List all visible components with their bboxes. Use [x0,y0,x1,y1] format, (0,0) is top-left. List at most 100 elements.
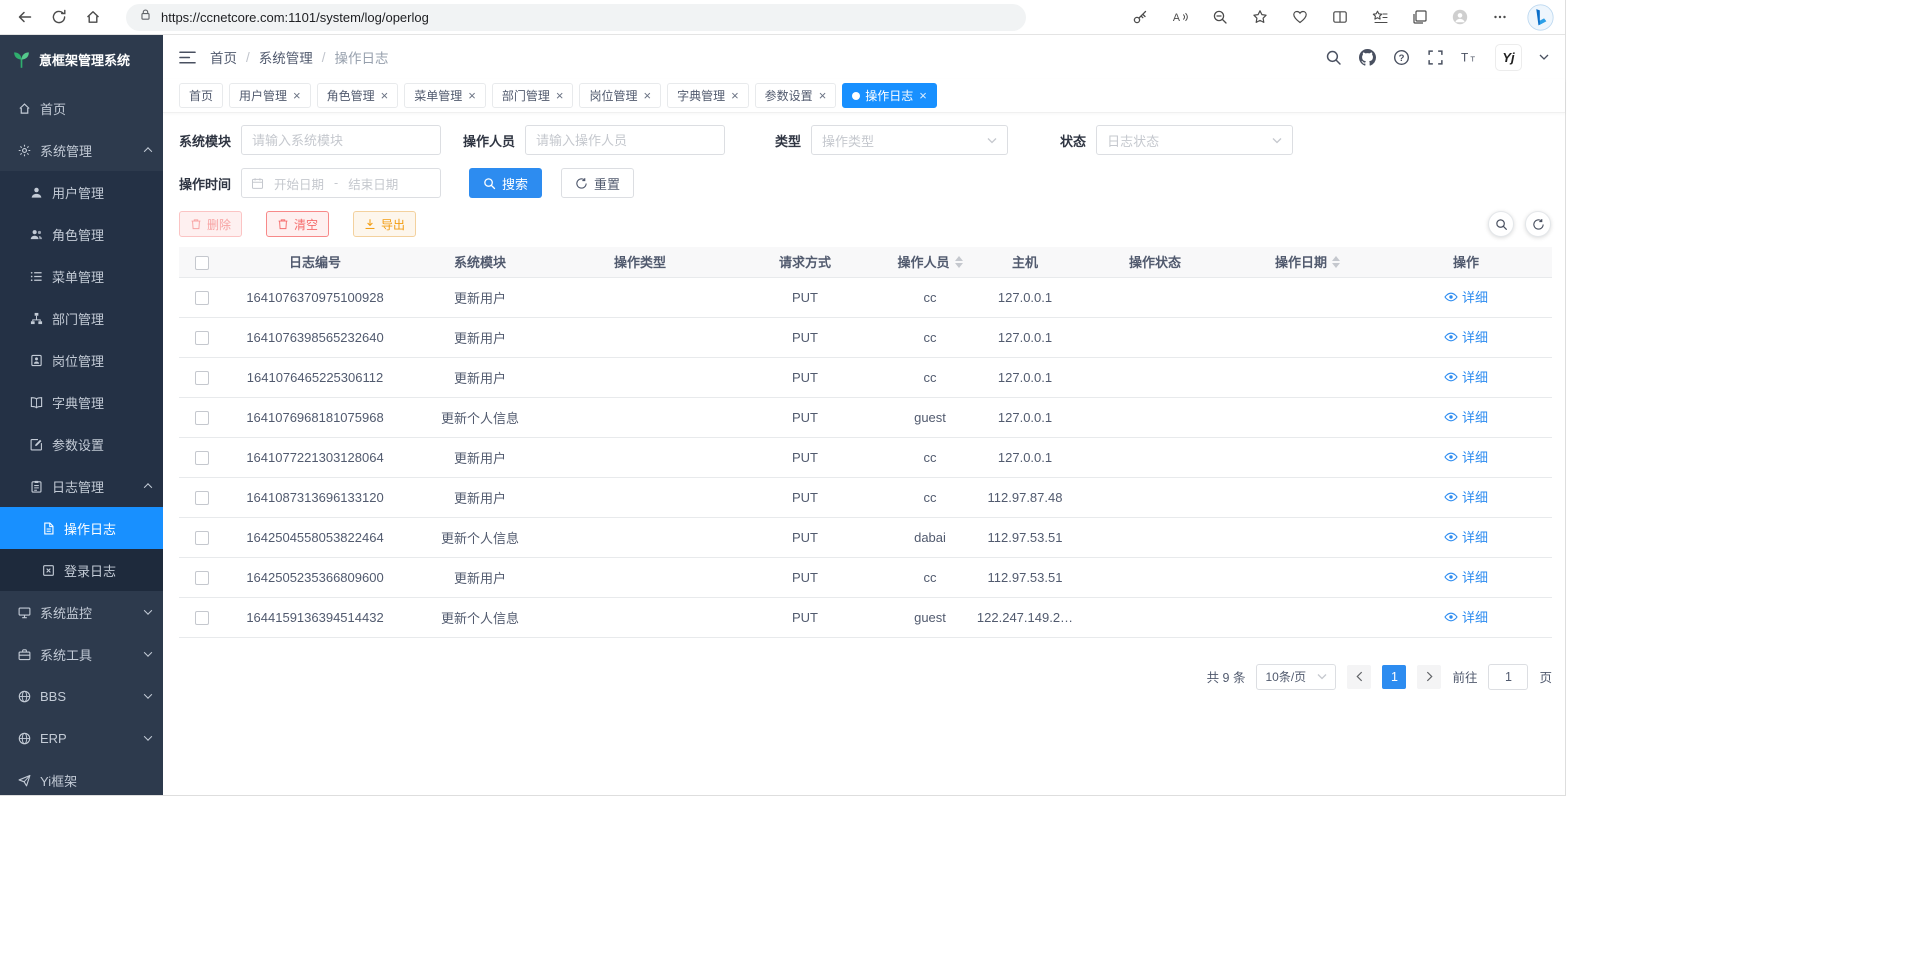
detail-link[interactable]: 详细 [1444,447,1488,466]
row-checkbox[interactable] [195,531,209,545]
tab-home[interactable]: 首页 [179,83,223,108]
tab-close-icon[interactable]: × [643,89,651,102]
collapse-menu-icon[interactable] [179,49,196,66]
row-checkbox[interactable] [195,611,209,625]
sidebar-item-system-mgmt[interactable]: 系统管理 [0,129,163,171]
font-size-icon[interactable]: TT [1461,49,1478,66]
search-icon[interactable] [1325,49,1342,66]
detail-link[interactable]: 详细 [1444,487,1488,506]
current-page-button[interactable]: 1 [1382,665,1406,689]
sidebar-item-bbs[interactable]: BBS [0,675,163,717]
help-icon[interactable]: ? [1393,49,1410,66]
sidebar-item-erp[interactable]: ERP [0,717,163,759]
table-search-button[interactable] [1488,211,1514,237]
password-key-icon[interactable] [1123,3,1157,31]
detail-link[interactable]: 详细 [1444,327,1488,346]
active-tab-dot [852,92,860,100]
collections-icon[interactable] [1403,3,1437,31]
breadcrumb-system[interactable]: 系统管理 [259,47,313,67]
tab-close-icon[interactable]: × [293,89,301,102]
sidebar-item-user-mgmt[interactable]: 用户管理 [0,171,163,213]
tab-dict-mgmt[interactable]: 字典管理× [667,83,749,108]
sidebar-item-menu-mgmt[interactable]: 菜单管理 [0,255,163,297]
sidebar-item-dept-mgmt[interactable]: 部门管理 [0,297,163,339]
favorites-bar-icon[interactable] [1363,3,1397,31]
sort-carets-icon[interactable] [1332,256,1340,268]
detail-link[interactable]: 详细 [1444,407,1488,426]
user-avatar[interactable]: Yj [1495,44,1522,71]
tab-post-mgmt[interactable]: 岗位管理× [579,83,661,108]
tab-param-settings[interactable]: 参数设置× [755,83,837,108]
reset-button[interactable]: 重置 [561,168,634,198]
row-checkbox[interactable] [195,571,209,585]
home-icon[interactable] [76,3,110,31]
tab-oper-log[interactable]: 操作日志× [842,83,937,108]
select-all-checkbox[interactable] [195,256,209,270]
bing-icon[interactable] [1523,3,1557,31]
row-checkbox[interactable] [195,331,209,345]
tab-role-mgmt[interactable]: 角色管理× [317,83,399,108]
back-icon[interactable] [8,3,42,31]
row-checkbox[interactable] [195,491,209,505]
status-select[interactable]: 日志状态 [1096,125,1293,155]
module-input[interactable] [241,125,441,155]
table-refresh-button[interactable] [1525,211,1551,237]
sidebar-item-dict-mgmt[interactable]: 字典管理 [0,381,163,423]
goto-page-input[interactable] [1488,664,1528,690]
tab-close-icon[interactable]: × [556,89,564,102]
browser-essentials-icon[interactable] [1283,3,1317,31]
tab-dept-mgmt[interactable]: 部门管理× [492,83,574,108]
delete-button[interactable]: 删除 [179,211,242,237]
tab-close-icon[interactable]: × [468,89,476,102]
type-select[interactable]: 操作类型 [811,125,1008,155]
page-size-select[interactable]: 10条/页 [1256,664,1336,690]
sidebar-item-param-settings[interactable]: 参数设置 [0,423,163,465]
clear-button[interactable]: 清空 [266,211,329,237]
sidebar-item-home[interactable]: 首页 [0,87,163,129]
tab-close-icon[interactable]: × [819,89,827,102]
operator-input[interactable] [525,125,725,155]
tab-user-mgmt[interactable]: 用户管理× [229,83,311,108]
fullscreen-icon[interactable] [1427,49,1444,66]
cell-host: 112.97.53.51 [975,517,1075,557]
sidebar-item-system-tools[interactable]: 系统工具 [0,633,163,675]
zoom-out-icon[interactable] [1203,3,1237,31]
export-button[interactable]: 导出 [353,211,416,237]
row-checkbox[interactable] [195,451,209,465]
chevron-down-icon[interactable] [1539,53,1549,61]
tab-close-icon[interactable]: × [731,89,739,102]
sidebar-item-yi-framework[interactable]: Yi框架 [0,759,163,795]
row-checkbox[interactable] [195,371,209,385]
detail-link[interactable]: 详细 [1444,367,1488,386]
date-range-input[interactable]: 开始日期 - 结束日期 [241,168,441,198]
address-bar[interactable]: https://ccnetcore.com:1101/system/log/op… [126,4,1026,31]
split-screen-icon[interactable] [1323,3,1357,31]
sidebar-item-login-log[interactable]: 登录日志 [0,549,163,591]
detail-link[interactable]: 详细 [1444,567,1488,586]
favorites-star-icon[interactable] [1243,3,1277,31]
sidebar-item-post-mgmt[interactable]: 岗位管理 [0,339,163,381]
search-button[interactable]: 搜索 [469,168,542,198]
detail-link[interactable]: 详细 [1444,607,1488,626]
next-page-button[interactable] [1417,665,1441,689]
sidebar-item-oper-log[interactable]: 操作日志 [0,507,163,549]
github-icon[interactable] [1359,49,1376,66]
detail-link[interactable]: 详细 [1444,287,1488,306]
sidebar-item-log-mgmt[interactable]: 日志管理 [0,465,163,507]
read-aloud-icon[interactable]: A [1163,3,1197,31]
row-checkbox[interactable] [195,411,209,425]
breadcrumb-home[interactable]: 首页 [210,47,237,67]
prev-page-button[interactable] [1347,665,1371,689]
sort-carets-icon[interactable] [955,256,963,268]
sidebar-item-system-monitor[interactable]: 系统监控 [0,591,163,633]
row-checkbox[interactable] [195,291,209,305]
tab-menu-mgmt[interactable]: 菜单管理× [404,83,486,108]
profile-avatar[interactable] [1443,3,1477,31]
refresh-icon[interactable] [42,3,76,31]
more-options-icon[interactable] [1483,3,1517,31]
sidebar-item-role-mgmt[interactable]: 角色管理 [0,213,163,255]
app-logo[interactable]: 意框架管理系统 [0,35,163,83]
detail-link[interactable]: 详细 [1444,527,1488,546]
tab-close-icon[interactable]: × [919,89,927,102]
tab-close-icon[interactable]: × [381,89,389,102]
